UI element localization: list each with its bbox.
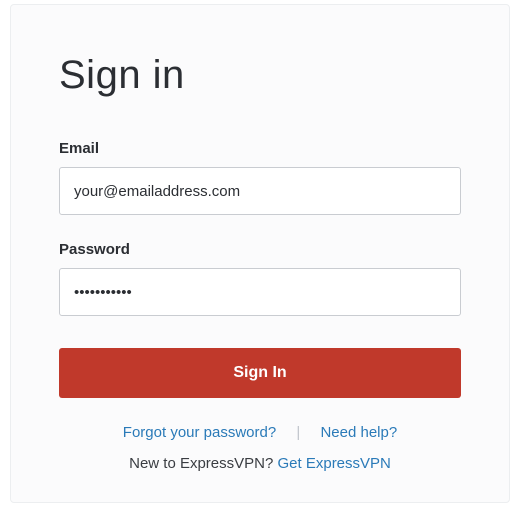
links-divider: | <box>296 424 300 441</box>
signin-card: Sign in Email Password Sign In Forgot yo… <box>10 4 510 503</box>
signup-prompt: New to ExpressVPN? <box>129 455 277 472</box>
help-links-row: Forgot your password? | Need help? <box>59 424 461 441</box>
password-label: Password <box>59 241 461 258</box>
page-title: Sign in <box>59 53 461 98</box>
signin-button[interactable]: Sign In <box>59 348 461 398</box>
signup-row: New to ExpressVPN? Get ExpressVPN <box>59 455 461 472</box>
need-help-link[interactable]: Need help? <box>320 424 397 441</box>
email-input[interactable] <box>59 167 461 215</box>
forgot-password-link[interactable]: Forgot your password? <box>123 424 276 441</box>
get-expressvpn-link[interactable]: Get ExpressVPN <box>278 455 391 472</box>
email-label: Email <box>59 140 461 157</box>
password-input[interactable] <box>59 268 461 316</box>
